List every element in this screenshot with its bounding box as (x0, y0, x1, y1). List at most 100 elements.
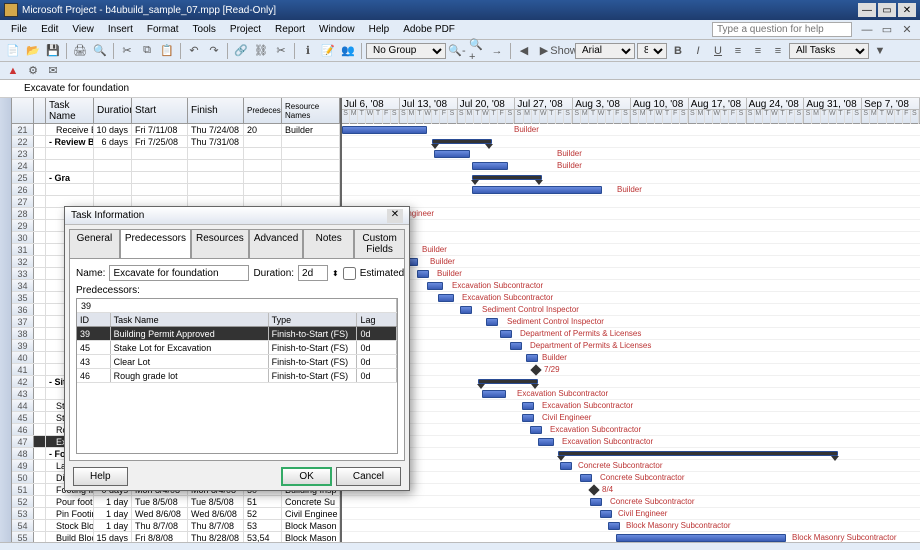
row-number[interactable]: 41 (12, 364, 34, 375)
finish-cell[interactable] (188, 148, 244, 159)
task-name-cell[interactable]: Pour footings (46, 496, 94, 507)
table-row[interactable]: 22- Review Bids6 daysFri 7/25/08Thu 7/31… (12, 136, 340, 148)
row-number[interactable]: 55 (12, 532, 34, 542)
task-bar[interactable] (438, 294, 454, 302)
task-bar[interactable] (460, 306, 472, 314)
menu-file[interactable]: File (4, 22, 34, 37)
assign-icon[interactable]: 👥 (339, 42, 357, 60)
summary-bar[interactable] (558, 451, 838, 456)
tab-predecessors[interactable]: Predecessors (120, 229, 191, 258)
gantt-row[interactable]: 8/4 (342, 484, 920, 496)
task-bar[interactable] (482, 390, 506, 398)
task-bar[interactable] (510, 342, 522, 350)
row-number[interactable]: 26 (12, 184, 34, 195)
pdf-settings-icon[interactable]: ⚙ (24, 62, 42, 80)
copy-icon[interactable]: ⧉ (138, 42, 156, 60)
notes-icon[interactable]: 📝 (319, 42, 337, 60)
predecessors-cell[interactable] (244, 184, 282, 195)
zoom-out-icon[interactable]: 🔍- (448, 42, 466, 60)
underline-icon[interactable]: U (709, 42, 727, 60)
pred-header-id[interactable]: ID (77, 313, 111, 326)
tab-general[interactable]: General (69, 229, 120, 258)
task-bar[interactable] (472, 186, 602, 194)
row-number[interactable]: 31 (12, 244, 34, 255)
gantt-row[interactable]: Builder (342, 148, 920, 160)
undo-icon[interactable]: ↶ (185, 42, 203, 60)
resource-cell[interactable] (282, 184, 340, 195)
row-number[interactable]: 36 (12, 304, 34, 315)
finish-cell[interactable]: Thu 7/31/08 (188, 136, 244, 147)
show-button[interactable]: Show (555, 42, 573, 60)
redo-icon[interactable]: ↷ (205, 42, 223, 60)
tab-resources[interactable]: Resources (191, 229, 249, 258)
milestone-icon[interactable] (530, 364, 541, 375)
task-bar[interactable] (486, 318, 498, 326)
resource-cell[interactable] (282, 148, 340, 159)
start-cell[interactable]: Thu 8/7/08 (132, 520, 188, 531)
gantt-chart[interactable]: Jul 6, '08SMTWTFSJul 13, '08SMTWTFSJul 2… (342, 98, 920, 542)
duration-cell[interactable]: 1 day (94, 520, 132, 531)
gantt-row[interactable]: Builder (342, 268, 920, 280)
menu-window[interactable]: Window (312, 22, 362, 37)
cancel-button[interactable]: Cancel (336, 467, 401, 486)
gantt-row[interactable] (342, 232, 920, 244)
inner-minimize-button[interactable]: — (858, 21, 876, 39)
gantt-row[interactable]: Department of Permits & Licenses (342, 328, 920, 340)
row-number[interactable]: 34 (12, 280, 34, 291)
row-number[interactable]: 43 (12, 388, 34, 399)
menu-help[interactable]: Help (362, 22, 397, 37)
gantt-row[interactable]: Builder (342, 184, 920, 196)
finish-cell[interactable]: Thu 8/28/08 (188, 532, 244, 542)
task-bar[interactable] (434, 150, 470, 158)
help-button[interactable]: Help (73, 467, 128, 486)
header-taskname[interactable]: Task Name (46, 98, 94, 123)
tab-advanced[interactable]: Advanced (249, 229, 303, 258)
row-number[interactable]: 39 (12, 340, 34, 351)
menu-insert[interactable]: Insert (101, 22, 140, 37)
milestone-icon[interactable] (588, 484, 599, 495)
table-row[interactable]: 25- Gra (12, 172, 340, 184)
predecessors-cell[interactable] (244, 172, 282, 183)
header-indicator[interactable] (34, 98, 46, 123)
predecessor-row[interactable]: 39Building Permit ApprovedFinish-to-Star… (77, 327, 397, 341)
duration-cell[interactable]: 15 days (94, 532, 132, 542)
gantt-row[interactable] (342, 376, 920, 388)
table-row[interactable]: 21Receive Bids10 daysFri 7/11/08Thu 7/24… (12, 124, 340, 136)
duration-cell[interactable] (94, 148, 132, 159)
group-select[interactable]: No Group (366, 43, 446, 59)
task-name-cell[interactable]: Stock Block, Mortar, Sand (46, 520, 94, 531)
gantt-row[interactable] (342, 448, 920, 460)
task-name-cell[interactable]: Receive Bids (46, 124, 94, 135)
finish-cell[interactable] (188, 184, 244, 195)
task-bar[interactable] (526, 354, 538, 362)
unlink-icon[interactable]: ⛓ (252, 42, 270, 60)
gantt-row[interactable] (342, 172, 920, 184)
gantt-row[interactable]: Excavation Subcontractor (342, 292, 920, 304)
gantt-row[interactable] (342, 220, 920, 232)
pred-header-lag[interactable]: Lag (357, 313, 397, 326)
cut-icon[interactable]: ✂ (118, 42, 136, 60)
row-number[interactable]: 54 (12, 520, 34, 531)
align-center-icon[interactable]: ≡ (749, 42, 767, 60)
pred-header-type[interactable]: Type (269, 313, 358, 326)
gantt-row[interactable]: Excavation Subcontractor (342, 436, 920, 448)
start-cell[interactable]: Wed 8/6/08 (132, 508, 188, 519)
duration-cell[interactable]: 6 days (94, 136, 132, 147)
gantt-row[interactable]: Excavation Subcontractor (342, 400, 920, 412)
task-bar[interactable] (590, 498, 602, 506)
inner-close-button[interactable]: ✕ (898, 21, 916, 39)
gantt-row[interactable] (342, 136, 920, 148)
preview-icon[interactable]: 🔍 (91, 42, 109, 60)
task-bar[interactable] (538, 438, 554, 446)
row-number[interactable]: 29 (12, 220, 34, 231)
gantt-row[interactable]: Concrete Subcontractor (342, 496, 920, 508)
resource-cell[interactable]: Builder (282, 124, 340, 135)
row-number[interactable]: 46 (12, 424, 34, 435)
task-bar[interactable] (472, 162, 508, 170)
finish-cell[interactable] (188, 160, 244, 171)
align-left-icon[interactable]: ≡ (729, 42, 747, 60)
start-cell[interactable]: Tue 8/5/08 (132, 496, 188, 507)
tab-custom-fields[interactable]: Custom Fields (354, 229, 405, 258)
row-number[interactable]: 21 (12, 124, 34, 135)
row-number[interactable]: 53 (12, 508, 34, 519)
